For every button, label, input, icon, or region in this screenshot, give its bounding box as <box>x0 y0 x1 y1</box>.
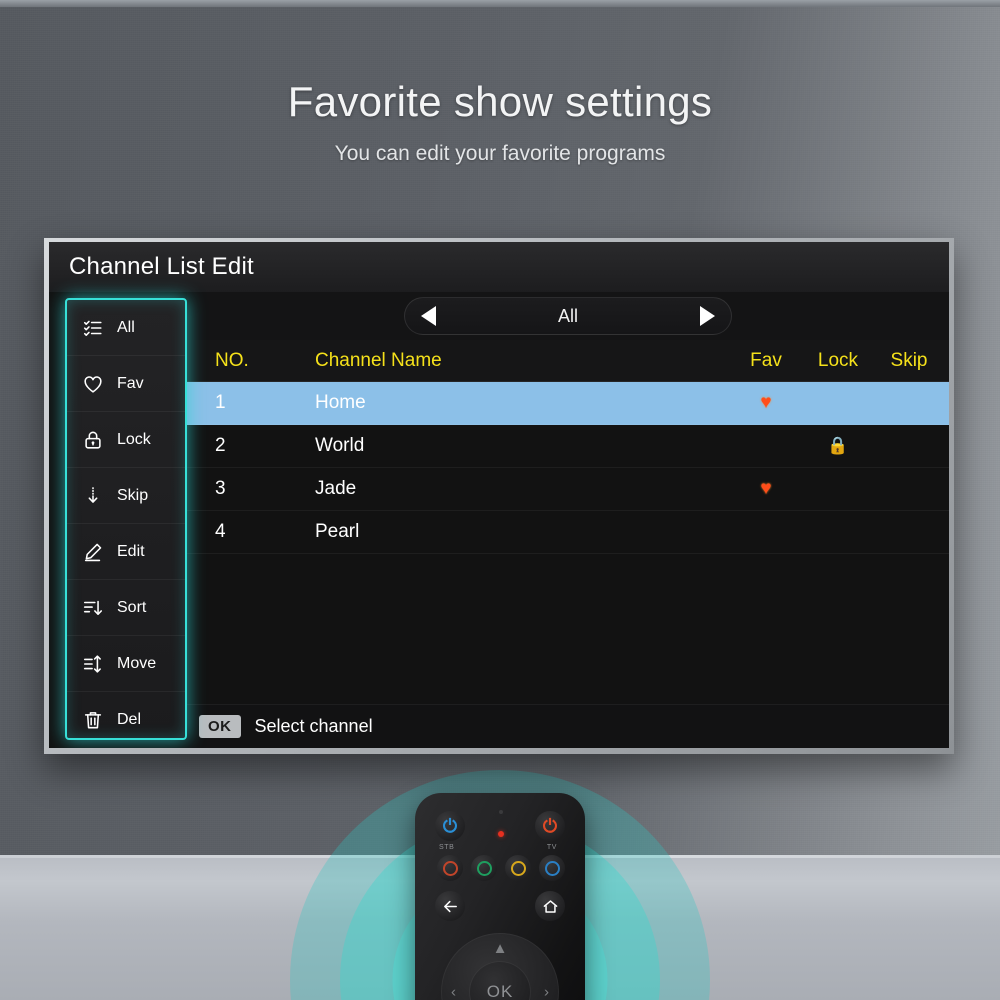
chevron-left-icon[interactable]: ‹ <box>451 985 456 1000</box>
column-header-name: Channel Name <box>315 349 442 371</box>
heart-outline-icon <box>81 372 105 396</box>
sidebar-menu: All Fav Lock Skip Edit Sort Move Del <box>65 298 187 740</box>
cell-name: World <box>315 435 365 456</box>
sidebar-item-move[interactable]: Move <box>67 636 185 692</box>
table-row[interactable]: 1 Home ♥ <box>187 382 949 425</box>
color-button-green[interactable] <box>471 855 497 881</box>
home-button[interactable] <box>535 891 565 921</box>
back-button[interactable] <box>435 891 465 921</box>
status-action-label: Select channel <box>254 716 373 736</box>
cell-name: Pearl <box>315 521 360 542</box>
yellow-ring-icon <box>510 860 526 876</box>
ok-button[interactable]: OK <box>469 961 531 1000</box>
column-header-fav: Fav <box>750 349 782 371</box>
table-row[interactable]: 3 Jade ♥ <box>187 468 949 511</box>
sidebar-item-label: Edit <box>117 542 145 560</box>
power-stb-label: STB <box>439 844 455 851</box>
lock-icon[interactable]: 🔒 <box>827 436 848 455</box>
power-tv-button[interactable]: ⏻ <box>535 811 565 841</box>
table-row[interactable]: 4 Pearl <box>187 511 949 554</box>
window-title: Channel List Edit <box>69 253 254 280</box>
trash-icon <box>81 708 105 732</box>
sidebar-item-label: All <box>117 318 135 336</box>
move-updown-icon <box>81 652 105 676</box>
sidebar-item-sort[interactable]: Sort <box>67 580 185 636</box>
sidebar-item-label: Del <box>117 711 142 728</box>
column-header-lock: Lock <box>817 349 859 371</box>
green-ring-icon <box>476 860 492 876</box>
cell-no: 3 <box>215 478 226 499</box>
sidebar-item-label: Move <box>117 654 157 672</box>
red-ring-icon <box>442 860 458 876</box>
sidebar-item-all[interactable]: All <box>67 300 185 356</box>
window-titlebar: Channel List Edit <box>49 242 949 292</box>
pencil-icon <box>81 540 105 564</box>
table-row[interactable]: 2 World 🔒 <box>187 425 949 468</box>
sidebar-item-label: Fav <box>117 374 144 392</box>
cell-name: Home <box>315 392 366 413</box>
ir-led-indicator <box>498 831 504 837</box>
sidebar-item-fav[interactable]: Fav <box>67 356 185 412</box>
column-header-skip: Skip <box>890 349 928 371</box>
chevron-up-icon[interactable]: ▲ <box>493 941 508 956</box>
color-button-yellow[interactable] <box>505 855 531 881</box>
checklist-icon <box>81 316 105 340</box>
page-title: Favorite show settings <box>287 78 713 125</box>
power-tv-label: TV <box>546 844 557 851</box>
home-icon <box>543 899 557 913</box>
power-stb-button[interactable]: ⏻ <box>435 811 465 841</box>
content-panel: All NO. Channel Name Fav Lock Skip 1 Home… <box>187 292 949 748</box>
channel-list: 1 Home ♥ 2 World 🔒 3 Jade ♥ 4 Pearl <box>187 382 949 554</box>
padlock-icon <box>81 428 105 452</box>
fav-heart-icon[interactable]: ♥ <box>760 478 771 499</box>
filter-navbar: All <box>187 292 949 340</box>
cell-no: 1 <box>215 392 226 413</box>
filter-selector[interactable]: All <box>404 297 732 335</box>
fav-heart-icon[interactable]: ♥ <box>760 392 771 413</box>
table-header-row: NO. Channel Name Fav Lock Skip <box>187 340 949 382</box>
sidebar-item-lock[interactable]: Lock <box>67 412 185 468</box>
remote-control: ⏻ STB ⏻ TV ▲ ‹ › OK <box>415 793 585 1000</box>
filter-value: All <box>557 305 578 326</box>
headings-block: Favorite show settings You can edit your… <box>0 78 1000 166</box>
tv-screen: Channel List Edit All NO. Channel Name F… <box>49 242 949 748</box>
page-subtitle: You can edit your favorite programs <box>334 142 666 165</box>
status-bar: OK Select channel <box>187 704 949 748</box>
power-icon-tv: ⏻ <box>542 816 558 836</box>
sidebar-item-skip[interactable]: Skip <box>67 468 185 524</box>
blue-ring-icon <box>544 860 560 876</box>
sidebar-item-del[interactable]: Del <box>67 692 185 738</box>
sidebar-item-label: Skip <box>117 486 149 504</box>
sidebar-item-label: Sort <box>117 598 147 616</box>
tv-frame: Channel List Edit All NO. Channel Name F… <box>44 238 954 754</box>
wall-top-highlight <box>0 0 1000 7</box>
cell-name: Jade <box>315 478 357 499</box>
dpad[interactable]: ▲ ‹ › OK <box>441 933 559 1000</box>
ok-key-badge: OK <box>199 715 241 738</box>
triangle-right-icon[interactable] <box>699 306 715 326</box>
color-button-red[interactable] <box>437 855 463 881</box>
sort-descending-icon <box>81 596 105 620</box>
microphone-hole-icon <box>499 810 503 814</box>
arrow-down-dotted-icon <box>81 484 105 508</box>
column-header-no: NO. <box>215 349 249 371</box>
chevron-right-icon[interactable]: › <box>544 985 549 1000</box>
sidebar-item-label: Lock <box>117 430 151 448</box>
sidebar-item-edit[interactable]: Edit <box>67 524 185 580</box>
color-button-blue[interactable] <box>539 855 565 881</box>
triangle-left-icon[interactable] <box>421 306 436 326</box>
cell-no: 2 <box>215 435 226 456</box>
arrow-left-icon <box>443 900 457 912</box>
cell-no: 4 <box>215 521 226 542</box>
power-icon-stb: ⏻ <box>442 816 458 836</box>
